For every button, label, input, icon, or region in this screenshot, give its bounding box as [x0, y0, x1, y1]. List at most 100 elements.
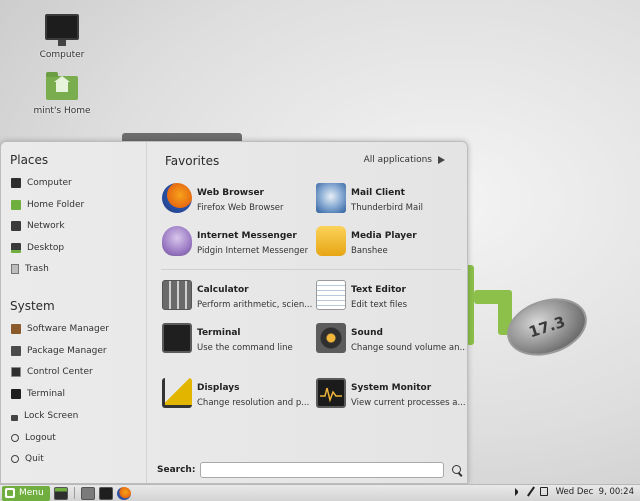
places-title: Places [10, 153, 49, 167]
calculator-icon [162, 280, 192, 310]
app-description: Change resolution and p... [197, 397, 310, 408]
app-name: Text Editor [351, 284, 406, 295]
lock-icon [11, 414, 18, 421]
desktop-icon-home[interactable]: mint's Home [22, 72, 102, 116]
favorite-media-player[interactable]: Media Player Banshee [316, 226, 466, 260]
pidgin-icon [162, 226, 192, 256]
application-menu: Places Computer Home Folder Network Desk… [0, 141, 468, 484]
package-manager-icon [11, 346, 21, 356]
displays-icon [162, 378, 192, 408]
menu-right-column: Favorites All applications Web Browser Fi… [153, 142, 467, 483]
menu-button[interactable]: Menu [2, 485, 50, 501]
sound-icon [316, 323, 346, 353]
desktop-icon-computer[interactable]: Computer [22, 14, 102, 60]
text-editor-icon [316, 280, 346, 310]
places-item-computer[interactable]: Computer [11, 174, 141, 192]
battery-icon[interactable] [539, 487, 548, 496]
favorite-system-monitor[interactable]: System Monitor View current processes a..… [316, 378, 466, 412]
system-item-label: Quit [25, 454, 44, 464]
home-folder-icon [11, 200, 21, 210]
favorite-displays[interactable]: Displays Change resolution and p... [162, 378, 312, 412]
favorite-sound[interactable]: Sound Change sound volume an... [316, 323, 466, 357]
search-input[interactable] [200, 462, 445, 478]
home-folder-icon [46, 72, 78, 100]
app-description: Firefox Web Browser [197, 202, 284, 213]
thunderbird-icon [316, 183, 346, 213]
computer-icon [45, 14, 79, 46]
app-description: Use the command line [197, 342, 293, 353]
banshee-icon [316, 226, 346, 256]
places-item-network[interactable]: Network [11, 217, 141, 235]
favorite-mail-client[interactable]: Mail Client Thunderbird Mail [316, 183, 466, 217]
system-title: System [10, 299, 55, 313]
search-icon[interactable] [452, 464, 463, 476]
network-icon[interactable] [526, 486, 535, 497]
search-bar: Search: [157, 461, 463, 479]
places-item-home-folder[interactable]: Home Folder [11, 196, 141, 214]
all-applications-label: All applications [363, 155, 432, 165]
app-name: Displays [197, 382, 240, 393]
favorites-divider [161, 269, 461, 270]
favorite-internet-messenger[interactable]: Internet Messenger Pidgin Internet Messen… [162, 226, 312, 260]
mint-logo-icon [5, 488, 15, 498]
app-name: Mail Client [351, 187, 405, 198]
system-item-package-manager[interactable]: Package Manager [11, 342, 141, 360]
app-description: Banshee [351, 245, 388, 256]
firefox-icon[interactable] [116, 486, 131, 500]
app-description: Pidgin Internet Messenger [197, 245, 309, 256]
system-item-lock-screen[interactable]: Lock Screen [11, 407, 141, 425]
taskbar: Menu Wed Dec 9, 00:24 [0, 484, 640, 501]
system-item-terminal[interactable]: Terminal [11, 385, 141, 403]
app-description: Edit text files [351, 299, 408, 310]
system-item-label: Control Center [27, 367, 93, 377]
system-item-software-manager[interactable]: Software Manager [11, 320, 141, 338]
app-description: Thunderbird Mail [351, 202, 423, 213]
show-desktop-icon[interactable] [80, 486, 95, 500]
app-description: Perform arithmetic, scien... [197, 299, 312, 310]
places-item-label: Home Folder [27, 200, 85, 210]
favorite-calculator[interactable]: Calculator Perform arithmetic, scien... [162, 280, 312, 314]
system-monitor-icon [316, 378, 346, 408]
system-item-logout[interactable]: Logout [11, 429, 141, 447]
favorite-terminal[interactable]: Terminal Use the command line [162, 323, 312, 357]
system-item-label: Package Manager [27, 346, 107, 356]
app-name: Web Browser [197, 187, 264, 198]
menu-left-column: Places Computer Home Folder Network Desk… [1, 142, 147, 483]
favorites-title: Favorites [165, 154, 220, 168]
all-applications-button[interactable]: All applications [364, 155, 445, 165]
system-item-label: Terminal [27, 389, 66, 399]
places-item-desktop[interactable]: Desktop [11, 239, 141, 257]
search-label: Search: [157, 465, 196, 475]
favorite-text-editor[interactable]: Text Editor Edit text files [316, 280, 466, 314]
system-item-control-center[interactable]: Control Center [11, 363, 141, 381]
menu-button-label: Menu [19, 488, 44, 498]
app-description: Change sound volume an... [351, 342, 466, 353]
system-item-label: Logout [25, 433, 56, 443]
app-name: Sound [351, 327, 383, 338]
volume-icon[interactable] [514, 487, 522, 496]
app-name: Calculator [197, 284, 249, 295]
terminal-icon [162, 323, 192, 353]
desktop-icon [11, 243, 21, 253]
places-item-label: Computer [27, 178, 72, 188]
favorite-web-browser[interactable]: Web Browser Firefox Web Browser [162, 183, 312, 217]
desktop-icon-label: Computer [39, 50, 85, 60]
places-item-label: Trash [25, 264, 49, 274]
system-tray: Wed Dec 9, 00:24 [514, 486, 634, 497]
places-item-label: Network [27, 221, 65, 231]
trash-icon [11, 264, 19, 274]
show-desktop-icon[interactable] [53, 486, 68, 500]
terminal-icon[interactable] [98, 486, 113, 500]
software-manager-icon [11, 324, 21, 334]
terminal-icon [11, 389, 21, 399]
system-item-label: Lock Screen [24, 411, 79, 421]
taskbar-separator [73, 487, 75, 499]
quit-icon [11, 455, 19, 463]
app-name: Media Player [351, 230, 417, 241]
system-item-quit[interactable]: Quit [11, 450, 141, 468]
desktop-icon-label: mint's Home [33, 106, 91, 116]
places-item-trash[interactable]: Trash [11, 260, 141, 278]
network-icon [11, 221, 21, 231]
app-description: View current processes a... [351, 397, 466, 408]
clock[interactable]: Wed Dec 9, 00:24 [556, 487, 634, 497]
